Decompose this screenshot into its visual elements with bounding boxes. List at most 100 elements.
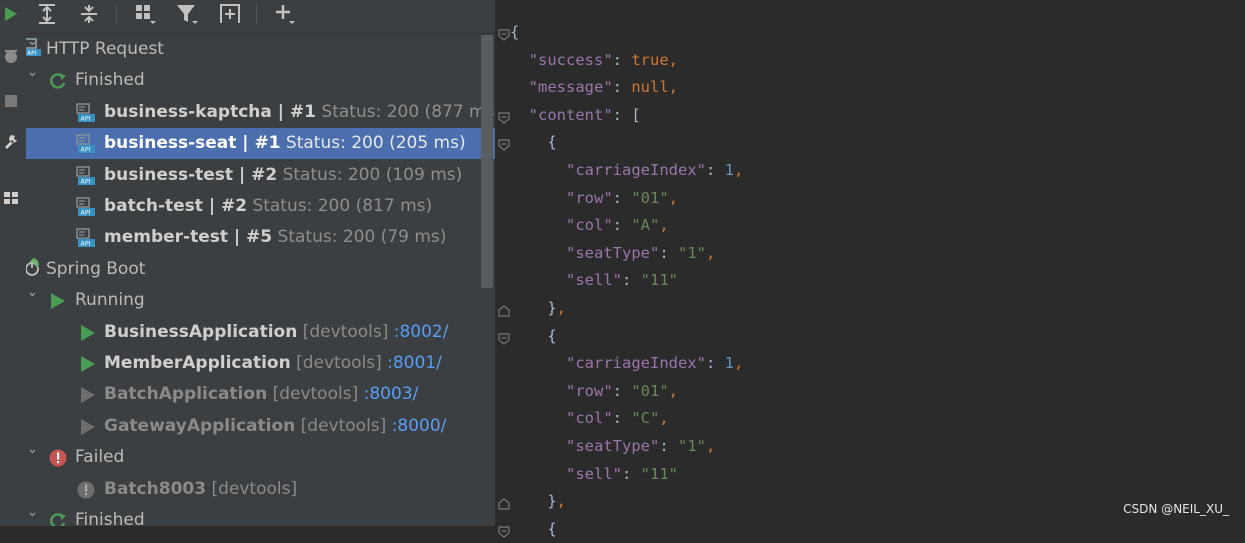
request-name: business-kaptcha bbox=[104, 101, 272, 122]
tree-row-4[interactable]: API business-test | #2 Status: 200 (109 m… bbox=[26, 160, 495, 191]
tree-scrollbar[interactable] bbox=[481, 35, 493, 288]
run-icon[interactable] bbox=[78, 417, 98, 437]
request-name: business-test bbox=[104, 164, 234, 185]
code-line: "sell": "11" bbox=[566, 271, 678, 290]
app-port-link[interactable]: :8002/ bbox=[394, 322, 449, 342]
tree-row-7[interactable]: ⌄Spring Boot bbox=[26, 254, 495, 285]
request-run-number: #1 bbox=[289, 101, 316, 122]
expand-arrow-icon[interactable]: ⌄ bbox=[27, 434, 38, 465]
request-status: Status: 200 (79 ms) bbox=[277, 227, 447, 248]
add-service-icon[interactable] bbox=[273, 2, 297, 26]
tree-row-10[interactable]: MemberApplication [devtools] :8001/ bbox=[26, 348, 495, 379]
svg-text:API: API bbox=[27, 50, 37, 57]
run-icon[interactable] bbox=[78, 385, 98, 405]
app-tag: [devtools] bbox=[300, 415, 387, 436]
app-port-link[interactable]: :8003/ bbox=[364, 384, 419, 404]
code-line: "content": [ bbox=[528, 105, 641, 124]
tree-row-1[interactable]: ⌄ Finished bbox=[26, 65, 495, 96]
http-request-icon: API bbox=[76, 228, 96, 248]
tree-row-5[interactable]: API batch-test | #2 Status: 200 (817 ms) bbox=[26, 191, 495, 222]
svg-text:API: API bbox=[81, 240, 91, 248]
stop-icon[interactable] bbox=[2, 92, 20, 110]
tree-row-6[interactable]: API member-test | #5 Status: 200 (79 ms) bbox=[26, 222, 495, 253]
tree-row-2[interactable]: API business-kaptcha | #1 Status: 200 (87… bbox=[26, 97, 495, 128]
fold-open-icon[interactable] bbox=[498, 136, 510, 152]
fold-open-icon[interactable] bbox=[498, 330, 510, 345]
code-line: "message": null, bbox=[528, 78, 679, 97]
response-editor[interactable]: { "success": true, "message": null, "con… bbox=[496, 0, 1245, 538]
app-port-link[interactable]: :8000/ bbox=[392, 416, 447, 436]
code-line: "row": "01", bbox=[566, 188, 679, 207]
app-tag: [devtools] bbox=[211, 478, 298, 499]
expand-arrow-icon[interactable]: ⌄ bbox=[27, 277, 38, 308]
services-tree: ⌄ API HTTP Request ⌄ Finished API business-kap… bbox=[26, 34, 495, 526]
tree-subgroup-label: Finished bbox=[75, 510, 145, 526]
expand-arrow-icon[interactable]: ⌄ bbox=[27, 497, 38, 526]
expand-all-icon[interactable] bbox=[35, 2, 59, 26]
fold-close-icon[interactable] bbox=[498, 495, 510, 510]
collapse-all-icon[interactable] bbox=[77, 2, 101, 26]
failed-icon bbox=[76, 480, 96, 500]
new-tab-icon[interactable] bbox=[218, 2, 242, 26]
code-line: "success": true, bbox=[528, 50, 679, 69]
tree-group-label: Spring Boot bbox=[46, 258, 146, 279]
code-line: }, bbox=[510, 299, 567, 317]
tree-row-12[interactable]: GatewayApplication [devtools] :8000/ bbox=[26, 411, 495, 442]
request-run-number: #1 bbox=[254, 133, 281, 154]
request-name: batch-test bbox=[104, 196, 203, 216]
fold-close-icon[interactable] bbox=[498, 302, 510, 317]
tree-row-15[interactable]: ⌄ Finished bbox=[26, 505, 495, 526]
app-tag: [devtools] bbox=[302, 321, 389, 342]
tree-row-13[interactable]: ⌄ Failed bbox=[26, 442, 495, 473]
run-icon[interactable] bbox=[2, 5, 20, 23]
app-tag: [devtools] bbox=[296, 353, 382, 373]
run-icon[interactable] bbox=[78, 323, 98, 343]
tree-subgroup-label: Failed bbox=[75, 447, 125, 468]
settings-wrench-icon[interactable] bbox=[2, 132, 20, 150]
svg-text:API: API bbox=[81, 114, 91, 122]
code-line: "carriageIndex": 1, bbox=[566, 354, 744, 373]
expand-arrow-icon[interactable]: ⌄ bbox=[27, 57, 38, 88]
code-line: { bbox=[510, 326, 557, 345]
spring-boot-icon bbox=[26, 257, 42, 277]
tree-row-14[interactable]: Batch8003 [devtools] bbox=[26, 474, 495, 505]
app-port-link[interactable]: :8001/ bbox=[387, 353, 442, 373]
request-status: Status: 200 (877 ms) bbox=[321, 101, 495, 122]
code-line: "seatType": "1", bbox=[566, 437, 716, 455]
filter-icon[interactable] bbox=[175, 2, 199, 26]
app-name: BusinessApplication bbox=[104, 321, 298, 342]
request-status: Status: 200 (109 ms) bbox=[282, 164, 463, 185]
code-line: "col": "C", bbox=[566, 409, 669, 428]
tree-row-0[interactable]: ⌄ API HTTP Request bbox=[26, 34, 495, 65]
fold-open-icon[interactable] bbox=[498, 26, 510, 41]
code-line: }, bbox=[510, 492, 567, 511]
tree-row-8[interactable]: ⌄ Running bbox=[26, 285, 495, 316]
services-panel: ⌄ API HTTP Request ⌄ Finished API business-kap… bbox=[26, 0, 495, 526]
tree-row-3[interactable]: API business-seat | #1 Status: 200 (205 m… bbox=[26, 128, 495, 160]
watermark: CSDN @NEIL_XU_ bbox=[1123, 502, 1229, 516]
svg-text:API: API bbox=[81, 209, 91, 217]
http-request-icon: API bbox=[76, 197, 96, 217]
debug-icon[interactable] bbox=[2, 47, 20, 65]
app-name: BatchApplication bbox=[104, 384, 268, 405]
tree-row-9[interactable]: BusinessApplication [devtools] :8002/ bbox=[26, 317, 495, 348]
svg-text:API: API bbox=[81, 177, 91, 185]
fold-open-icon[interactable] bbox=[498, 523, 510, 538]
app-name: GatewayApplication bbox=[104, 415, 296, 436]
code-line: { bbox=[510, 133, 557, 152]
run-icon[interactable] bbox=[78, 354, 98, 374]
app-tag: [devtools] bbox=[272, 384, 359, 405]
tree-row-11[interactable]: BatchApplication [devtools] :8003/ bbox=[26, 379, 495, 410]
rerun-icon bbox=[48, 71, 68, 91]
rerun-icon bbox=[48, 511, 68, 526]
code-line: "carriageIndex": 1, bbox=[566, 161, 744, 179]
request-run-number: #2 bbox=[251, 164, 278, 185]
fold-open-icon[interactable] bbox=[498, 109, 510, 124]
group-by-icon[interactable] bbox=[133, 2, 157, 26]
layout-icon[interactable] bbox=[2, 189, 20, 207]
request-name: member-test bbox=[104, 227, 228, 248]
tree-subgroup-label: Finished bbox=[75, 70, 145, 91]
code-line: "row": "01", bbox=[566, 381, 679, 400]
request-run-number: #2 bbox=[220, 196, 248, 216]
app-name: Batch8003 bbox=[104, 478, 207, 499]
